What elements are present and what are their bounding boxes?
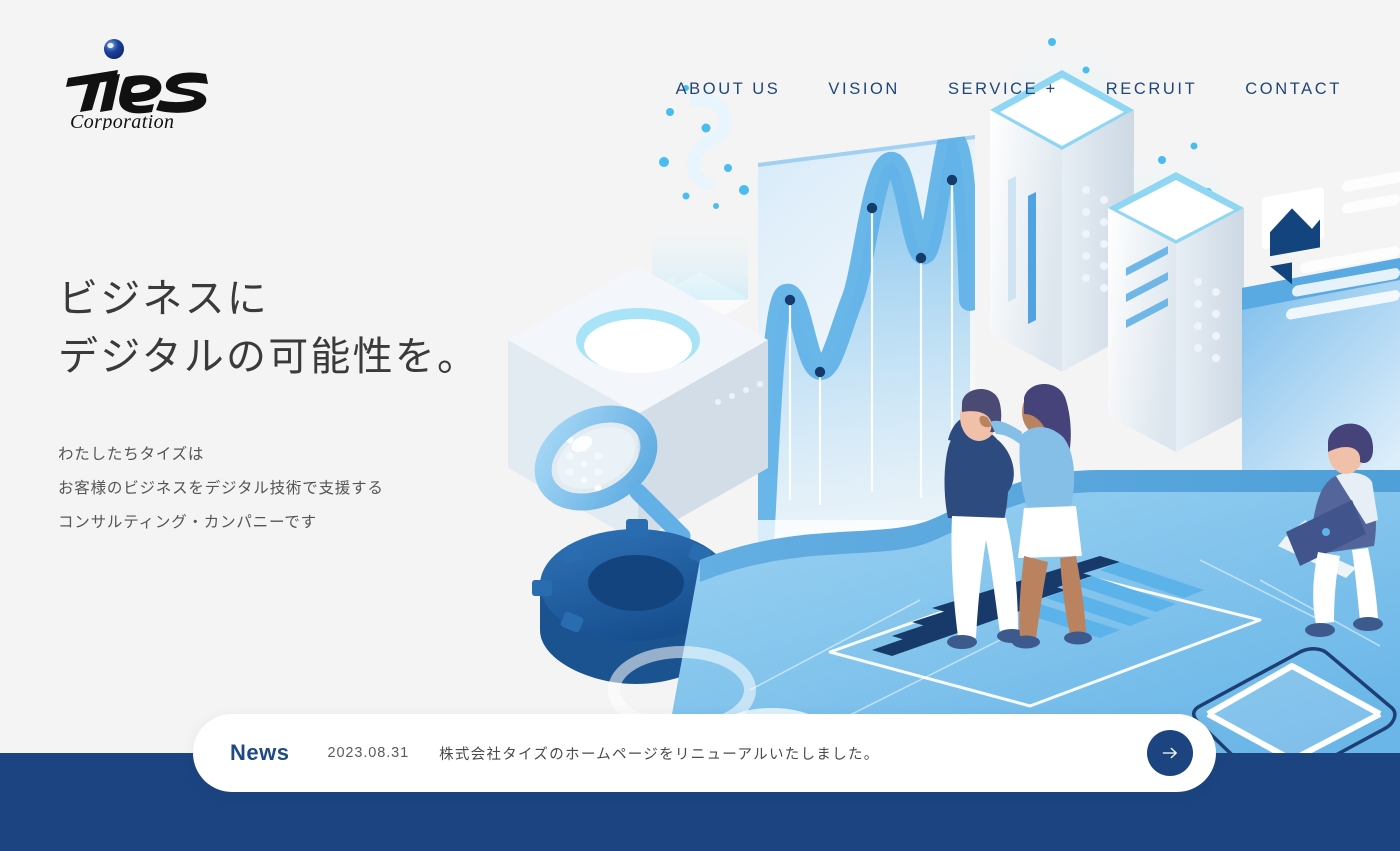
nav-about-us[interactable]: ABOUT US	[676, 81, 781, 98]
news-label: News	[230, 740, 290, 765]
nav-contact[interactable]: CONTACT	[1245, 81, 1342, 98]
hero-title: ビジネスに デジタルの可能性を。	[58, 277, 480, 379]
news-arrow-button[interactable]	[1147, 730, 1193, 776]
arrow-right-icon	[1162, 747, 1177, 759]
nav-recruit[interactable]: RECRUIT	[1106, 81, 1198, 98]
analytics-screen	[758, 135, 978, 578]
hero-illustration	[500, 0, 1400, 780]
news-headline[interactable]: 株式会社タイズのホームページをリニューアルいたしました。	[439, 743, 1147, 764]
nav-service[interactable]: SERVICE +	[948, 81, 1058, 98]
svg-text:Corporation: Corporation	[70, 111, 174, 130]
page-root: Corporation ABOUT US VISION SERVICE + RE…	[0, 0, 1400, 851]
hero-lead: わたしたちタイズは お客様のビジネスをデジタル技術で支援する コンサルティング・…	[58, 446, 384, 532]
hero-copy: ビジネスに デジタルの可能性を。 わたしたちタイズは お客様のビジネスをデジタル…	[58, 270, 528, 540]
site-logo[interactable]: Corporation	[56, 36, 236, 130]
news-date: 2023.08.31	[327, 745, 410, 761]
logo-icon: Corporation	[66, 39, 208, 130]
nav-vision[interactable]: VISION	[828, 81, 900, 98]
news-bar[interactable]: News 2023.08.31 株式会社タイズのホームページをリニューアルいたし…	[193, 714, 1216, 792]
document-card	[1242, 171, 1400, 522]
main-navigation[interactable]: ABOUT US VISION SERVICE + RECRUIT CONTAC…	[676, 81, 1342, 98]
